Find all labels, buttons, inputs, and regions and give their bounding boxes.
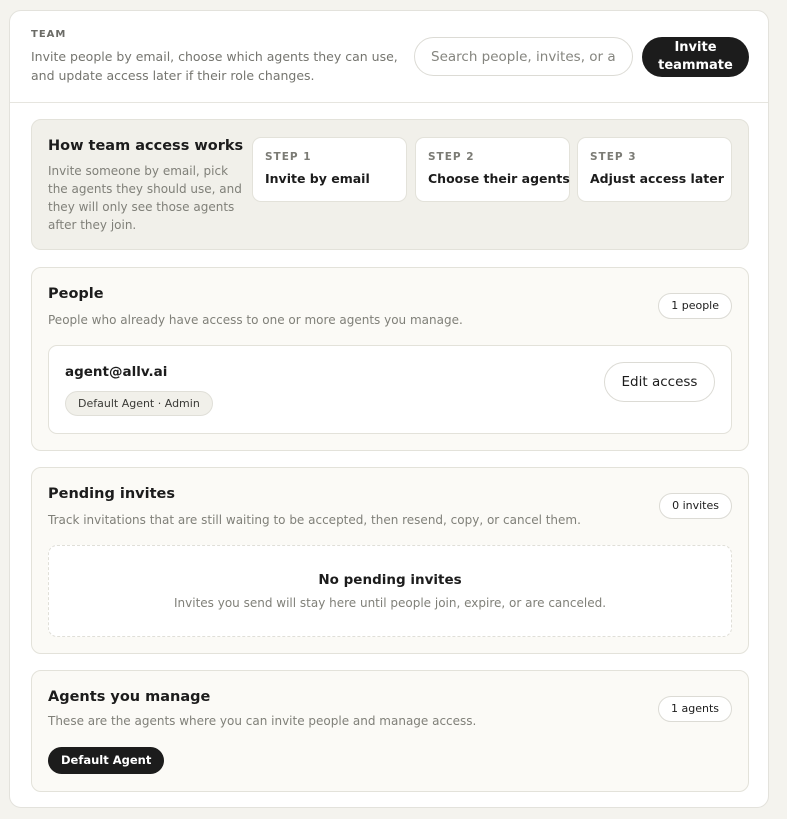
agents-count-badge: 1 agents — [657, 696, 732, 722]
people-section: People People who already have access to… — [31, 267, 749, 451]
people-count-badge: 1 people — [658, 293, 732, 319]
step-card-2: STEP 2 Choose their agents — [415, 137, 570, 202]
step-text: Choose their agents — [428, 171, 570, 186]
pending-invites-section: Pending invites Track invitations that a… — [31, 467, 749, 654]
step-card-3: STEP 3 Adjust access later — [577, 137, 732, 202]
person-row: agent@allv.ai Default Agent · Admin Edit… — [48, 345, 732, 434]
pending-invites-title: Pending invites — [48, 486, 175, 502]
step-text: Invite by email — [265, 171, 370, 186]
invites-count-badge: 0 invites — [659, 493, 732, 519]
step-text: Adjust access later — [590, 171, 724, 186]
empty-state-description: Invites you send will stay here until pe… — [173, 596, 607, 610]
header-description: Invite people by email, choose which age… — [31, 49, 398, 83]
step-label: STEP 2 — [428, 151, 475, 163]
how-it-works-title: How team access works — [48, 138, 244, 154]
team-card: TEAM Invite people by email, choose whic… — [9, 10, 769, 808]
empty-state: No pending invites Invites you send will… — [48, 545, 732, 637]
invite-teammate-button[interactable]: Invite teammate — [642, 37, 749, 77]
people-title: People — [48, 286, 104, 302]
agents-section: Agents you manage These are the agents w… — [31, 670, 749, 792]
how-it-works-description: Invite someone by email, pick the agents… — [48, 164, 242, 232]
team-header: TEAM Invite people by email, choose whic… — [10, 11, 768, 103]
agents-description: These are the agents where you can invit… — [48, 714, 477, 728]
step-card-1: STEP 1 Invite by email — [252, 137, 407, 202]
section-eyebrow: TEAM — [31, 29, 67, 40]
person-role-chip: Default Agent · Admin — [65, 391, 213, 416]
edit-access-button[interactable]: Edit access — [604, 362, 715, 402]
agents-title: Agents you manage — [48, 689, 211, 705]
search-input[interactable] — [414, 37, 633, 76]
agent-chip-default-agent[interactable]: Default Agent — [48, 747, 165, 774]
step-label: STEP 1 — [265, 151, 312, 163]
how-it-works-panel: How team access works Invite someone by … — [31, 119, 749, 250]
pending-invites-description: Track invitations that are still waiting… — [48, 513, 581, 527]
empty-state-title: No pending invites — [318, 572, 462, 588]
step-label: STEP 3 — [590, 151, 637, 163]
person-email: agent@allv.ai — [65, 364, 168, 380]
people-description: People who already have access to one or… — [48, 313, 463, 327]
